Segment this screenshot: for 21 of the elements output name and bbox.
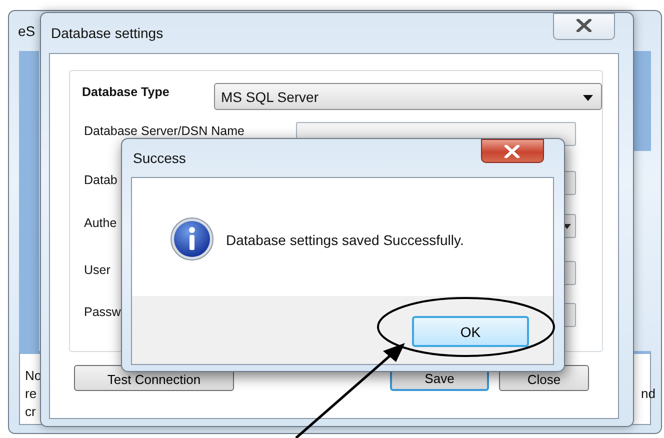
- ok-button[interactable]: OK: [412, 316, 529, 347]
- field-label: Datab: [84, 173, 118, 187]
- database-type-dropdown[interactable]: MS SQL Server: [214, 83, 602, 110]
- info-icon: [170, 217, 214, 261]
- close-icon: [504, 145, 520, 158]
- note-text: nd: [641, 386, 656, 401]
- window-title: eS: [18, 23, 36, 39]
- field-label: Passw: [84, 305, 121, 319]
- message-text: Database settings saved Successfully.: [226, 232, 464, 248]
- dialog-title: Success: [133, 150, 186, 166]
- field-label: Database Type: [82, 85, 170, 99]
- note-text: cr: [25, 404, 36, 419]
- note-text: re: [25, 386, 37, 401]
- field-label: Database Server/DSN Name: [84, 124, 244, 138]
- close-button[interactable]: [481, 139, 544, 163]
- window-title: Database settings: [51, 25, 164, 41]
- caret-icon: [583, 95, 593, 101]
- field-label: Authe: [84, 216, 117, 230]
- field-label: User: [84, 263, 110, 277]
- close-icon: [576, 19, 592, 32]
- close-button[interactable]: [553, 13, 615, 40]
